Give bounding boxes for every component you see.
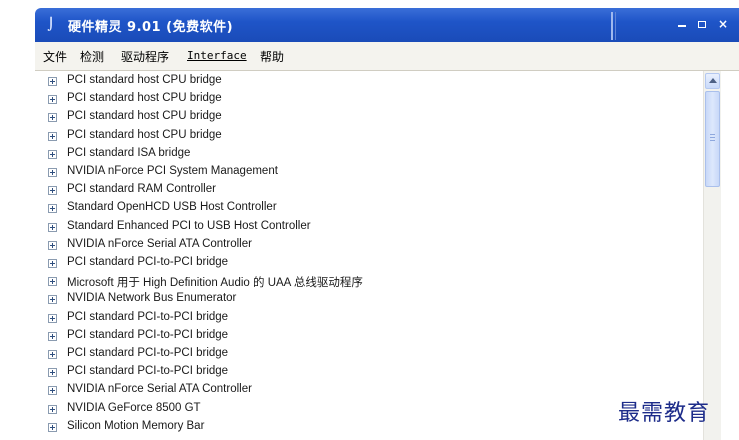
plus-box-icon[interactable] — [48, 422, 57, 432]
plus-box-icon[interactable] — [48, 404, 57, 414]
tree-item[interactable]: NVIDIA nForce PCI System Management — [35, 164, 695, 182]
tree-item-label: PCI standard PCI-to-PCI bridge — [67, 347, 229, 359]
plus-box-icon[interactable] — [48, 295, 57, 305]
plus-box-icon[interactable] — [48, 186, 57, 196]
plus-box-icon[interactable] — [48, 168, 57, 177]
title-divider-shadow — [615, 12, 616, 40]
tree-item[interactable]: PCI standard ISA bridge — [35, 146, 695, 164]
tree-item-label: PCI standard host CPU bridge — [67, 92, 222, 105]
tree-item-label: PCI standard ISA bridge — [67, 146, 191, 159]
tree-item-label: NVIDIA nForce Serial ATA Controller — [67, 237, 252, 250]
plus-box-icon[interactable] — [48, 368, 57, 378]
menu-file[interactable]: 文件 — [43, 48, 67, 65]
window-title: 硬件精灵 9.01 (免费软件) — [68, 20, 234, 35]
app-window: ⌡ 硬件精灵 9.01 (免费软件) × 文件 检测 驱动程序 Interfac… — [35, 8, 739, 440]
watermark-text: 最需教育 — [618, 401, 711, 426]
tree-item-label: PCI standard RAM Controller — [67, 183, 216, 196]
plus-box-icon[interactable] — [48, 240, 57, 250]
tree-item-label: NVIDIA nForce Serial ATA Controller — [67, 383, 252, 396]
plus-box-icon[interactable] — [48, 331, 57, 341]
tree-item-label: PCI standard host CPU bridge — [67, 128, 222, 141]
plus-box-icon[interactable] — [48, 204, 57, 214]
chevron-up-icon — [709, 78, 717, 83]
vertical-scrollbar[interactable] — [703, 71, 721, 440]
tree-item-label: PCI standard PCI-to-PCI bridge — [67, 310, 229, 323]
title-bar[interactable]: ⌡ 硬件精灵 9.01 (免费软件) × — [35, 8, 739, 42]
tree-item-label: PCI standard host CPU bridge — [67, 110, 222, 123]
plus-box-icon[interactable] — [48, 386, 57, 396]
menu-interface-label: Interface — [187, 49, 247, 62]
thumb-grip-line — [710, 140, 715, 141]
tree-item[interactable]: PCI standard RAM Controller — [35, 182, 695, 200]
scroll-thumb[interactable] — [705, 91, 720, 187]
tree-item[interactable]: NVIDIA nForce Serial ATA Controller — [35, 382, 695, 400]
plus-box-icon[interactable] — [48, 313, 57, 323]
plus-box-icon[interactable] — [48, 95, 57, 105]
tree-item[interactable]: PCI standard PCI-to-PCI bridge — [35, 255, 695, 273]
tree-item[interactable]: Standard Enhanced PCI to USB Host Contro… — [35, 219, 695, 237]
tree-item[interactable]: PCI standard PCI-to-PCI bridge — [35, 364, 695, 382]
tree-item[interactable]: PCI standard PCI-to-PCI bridge — [35, 346, 695, 364]
menu-detect[interactable]: 检测 — [80, 48, 104, 65]
device-tree[interactable]: PCI standard host CPU bridge PCI standard… — [35, 71, 703, 440]
tree-item-label: Standard OpenHCD USB Host Controller — [67, 201, 277, 214]
maximize-button[interactable] — [693, 15, 711, 33]
tree-item-label: NVIDIA nForce PCI System Management — [67, 165, 278, 177]
tree-item[interactable]: Standard OpenHCD USB Host Controller — [35, 200, 695, 218]
tree-item-label: PCI standard PCI-to-PCI bridge — [67, 328, 229, 341]
minimize-icon — [678, 25, 686, 27]
plus-box-icon[interactable] — [48, 350, 57, 359]
tree-item-label: NVIDIA GeForce 8500 GT — [67, 401, 201, 414]
tree-item[interactable]: Silicon Motion Memory Bar — [35, 419, 695, 437]
minimize-button[interactable] — [674, 15, 692, 33]
tree-item-label: PCI standard PCI-to-PCI bridge — [67, 365, 229, 378]
plus-box-icon[interactable] — [48, 222, 57, 232]
tree-item[interactable]: NVIDIA nForce Serial ATA Controller — [35, 237, 695, 255]
menu-help[interactable]: 帮助 — [260, 48, 284, 65]
menu-interface[interactable]: Interface — [187, 49, 247, 62]
tree-item-label: Silicon Motion Memory Bar — [67, 419, 205, 432]
tree-item[interactable]: PCI standard host CPU bridge — [35, 73, 695, 91]
plus-box-icon[interactable] — [48, 131, 57, 141]
close-button[interactable]: × — [714, 15, 732, 33]
menu-bar: 文件 检测 驱动程序 Interface 帮助 — [35, 42, 739, 71]
tree-item-label: PCI standard host CPU bridge — [67, 74, 222, 86]
plus-box-icon[interactable] — [48, 149, 57, 159]
tree-item[interactable]: NVIDIA GeForce 8500 GT — [35, 401, 695, 419]
app-logo-icon[interactable]: ⌡ — [44, 17, 58, 31]
plus-box-icon[interactable] — [48, 77, 57, 86]
title-divider — [611, 12, 613, 40]
thumb-grip-line — [710, 134, 715, 135]
tree-item[interactable]: PCI standard host CPU bridge — [35, 91, 695, 109]
tree-item[interactable]: PCI standard host CPU bridge — [35, 128, 695, 146]
tree-item[interactable]: Microsoft 用于 High Definition Audio 的 UAA… — [35, 273, 695, 291]
plus-box-icon[interactable] — [48, 277, 57, 287]
tree-item[interactable]: NVIDIA Network Bus Enumerator — [35, 291, 695, 309]
tree-item[interactable]: PCI standard PCI-to-PCI bridge — [35, 328, 695, 346]
plus-box-icon[interactable] — [48, 113, 57, 123]
tree-item[interactable]: PCI standard PCI-to-PCI bridge — [35, 310, 695, 328]
scroll-up-button[interactable] — [705, 73, 720, 89]
tree-item-label: PCI standard PCI-to-PCI bridge — [67, 256, 229, 268]
thumb-grip-line — [710, 137, 715, 138]
maximize-icon — [698, 21, 706, 28]
menu-drivers[interactable]: 驱动程序 — [121, 48, 169, 65]
tree-item-label: Microsoft 用于 High Definition Audio 的 UAA… — [67, 277, 363, 290]
tree-item[interactable]: PCI standard host CPU bridge — [35, 109, 695, 127]
tree-item-label: Standard Enhanced PCI to USB Host Contro… — [67, 219, 311, 232]
plus-box-icon[interactable] — [48, 259, 57, 268]
tree-item-label: NVIDIA Network Bus Enumerator — [67, 292, 237, 305]
